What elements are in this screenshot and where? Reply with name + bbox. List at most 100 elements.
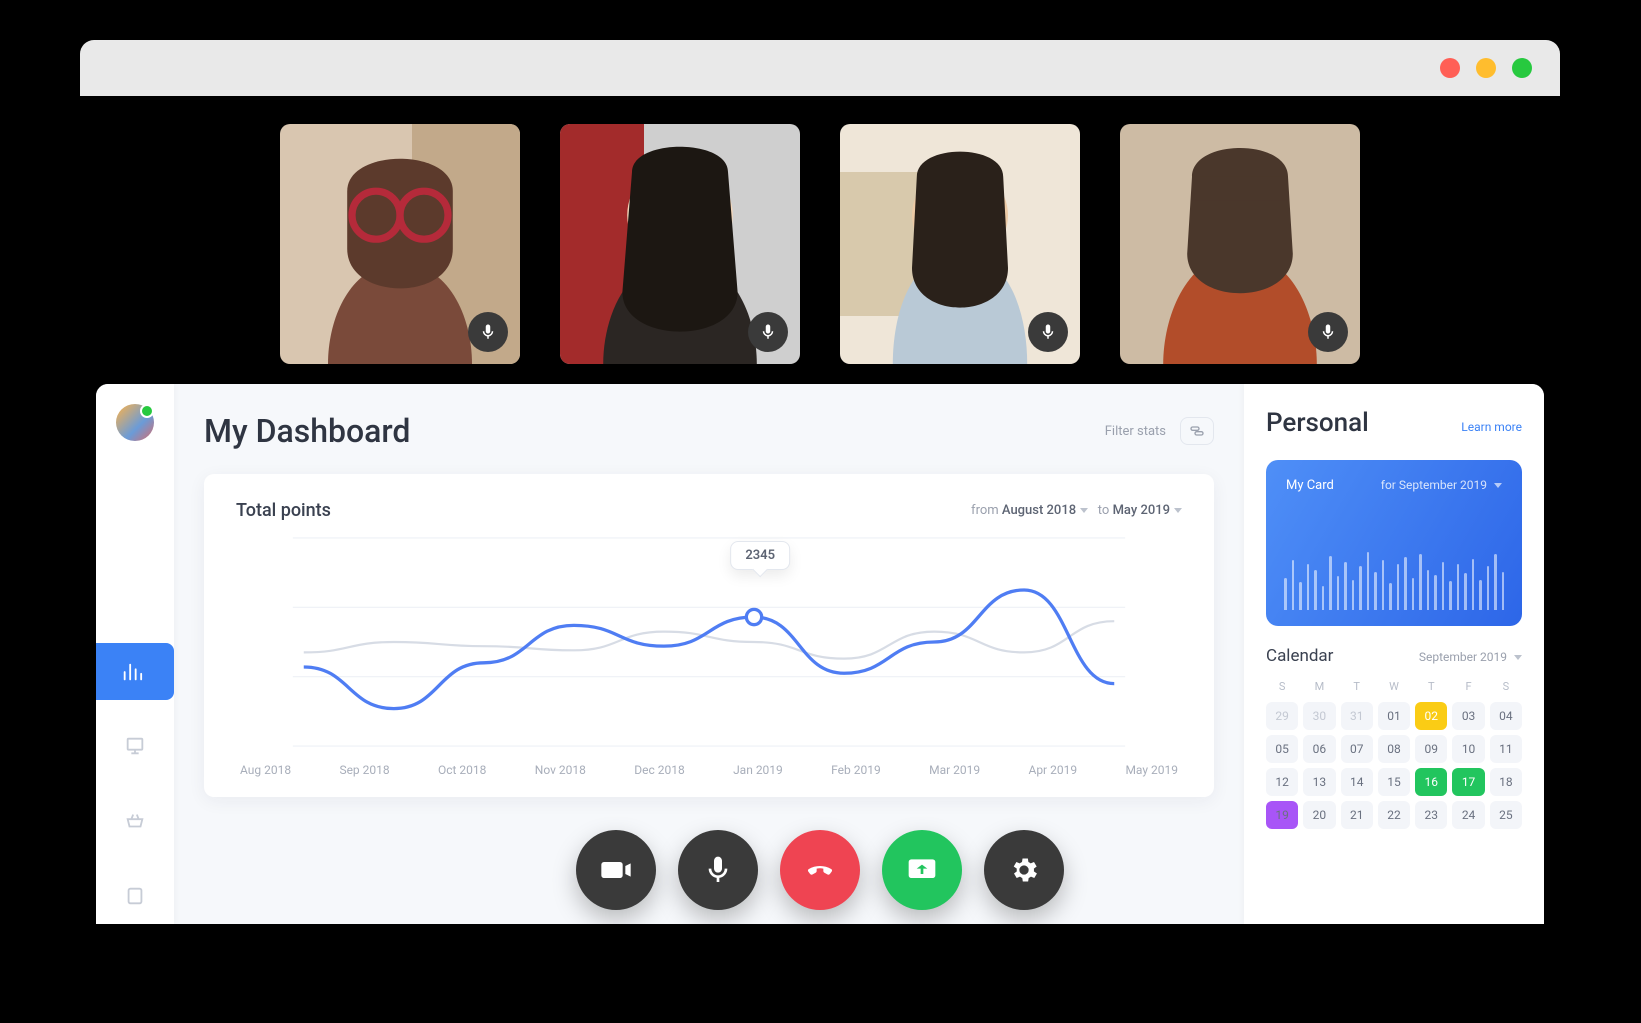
calendar-day[interactable]: 08 (1378, 735, 1410, 763)
call-controls (576, 830, 1064, 910)
calendar-day[interactable]: 07 (1341, 735, 1373, 763)
calendar-day[interactable]: 11 (1490, 735, 1522, 763)
side-navigation (96, 384, 174, 924)
calendar-day[interactable]: 24 (1452, 801, 1484, 829)
user-avatar[interactable] (116, 404, 154, 441)
camera-icon (600, 854, 632, 886)
x-axis-label: Jan 2019 (733, 763, 783, 777)
calendar-dow: S (1266, 676, 1298, 697)
mic-toggle-button[interactable] (678, 830, 758, 910)
gear-icon (1008, 854, 1040, 886)
window-maximize-button[interactable] (1512, 58, 1532, 78)
presentation-icon (124, 735, 146, 757)
calendar-day[interactable]: 06 (1303, 735, 1335, 763)
total-points-card: Total points from August 2018 to May 201… (204, 474, 1214, 797)
calendar-title: Calendar (1266, 646, 1333, 666)
page-title: My Dashboard (204, 412, 410, 450)
calendar-day[interactable]: 21 (1341, 801, 1373, 829)
calendar-day[interactable]: 23 (1415, 801, 1447, 829)
video-participant-strip (80, 96, 1560, 384)
my-card-title: My Card (1286, 478, 1334, 493)
calendar-dow: M (1303, 676, 1335, 697)
calendar-day[interactable]: 19 (1266, 801, 1298, 829)
x-axis-label: May 2019 (1125, 763, 1178, 777)
calendar-dow: T (1415, 676, 1447, 697)
calendar-day[interactable]: 31 (1341, 702, 1373, 730)
calendar-day[interactable]: 17 (1452, 768, 1484, 796)
chart-title: Total points (236, 500, 331, 521)
window-minimize-button[interactable] (1476, 58, 1496, 78)
calendar-day[interactable]: 13 (1303, 768, 1335, 796)
camera-toggle-button[interactable] (576, 830, 656, 910)
filter-stats-link[interactable]: Filter stats (1105, 424, 1166, 439)
calendar-day[interactable]: 02 (1415, 702, 1447, 730)
nav-notes[interactable] (96, 867, 174, 924)
my-card-period[interactable]: for September 2019 (1381, 478, 1502, 493)
calendar-day[interactable]: 20 (1303, 801, 1335, 829)
calendar-day[interactable]: 10 (1452, 735, 1484, 763)
nav-presentations[interactable] (96, 718, 174, 775)
calendar-day[interactable]: 03 (1452, 702, 1484, 730)
x-axis-label: Nov 2018 (535, 763, 586, 777)
basket-icon (124, 810, 146, 832)
calendar-day[interactable]: 29 (1266, 702, 1298, 730)
window-titlebar (80, 40, 1560, 96)
calendar-day[interactable]: 01 (1378, 702, 1410, 730)
filter-settings-button[interactable] (1180, 417, 1214, 445)
calendar-dow: T (1341, 676, 1373, 697)
learn-more-link[interactable]: Learn more (1461, 420, 1522, 434)
nav-analytics[interactable] (96, 643, 174, 700)
bar-chart-icon (121, 661, 143, 683)
calendar-day[interactable]: 16 (1415, 768, 1447, 796)
calendar-day[interactable]: 12 (1266, 768, 1298, 796)
participant-tile[interactable] (560, 124, 800, 364)
chart-tooltip: 2345 (730, 541, 790, 570)
calendar-day[interactable]: 05 (1266, 735, 1298, 763)
mic-indicator-icon (1028, 312, 1068, 352)
x-axis-label: Dec 2018 (634, 763, 684, 777)
participant-tile[interactable] (280, 124, 520, 364)
note-icon (124, 885, 146, 907)
chevron-down-icon (1174, 508, 1182, 513)
share-screen-icon (906, 854, 938, 886)
calendar-month-picker[interactable]: September 2019 (1419, 650, 1522, 664)
participant-tile[interactable] (840, 124, 1080, 364)
chevron-down-icon (1080, 508, 1088, 513)
share-screen-button[interactable] (882, 830, 962, 910)
calendar-day[interactable]: 14 (1341, 768, 1373, 796)
microphone-icon (702, 854, 734, 886)
x-axis-label: Oct 2018 (438, 763, 486, 777)
mic-indicator-icon (1308, 312, 1348, 352)
mic-indicator-icon (748, 312, 788, 352)
calendar-day[interactable]: 09 (1415, 735, 1447, 763)
my-card-sparkline (1284, 530, 1504, 610)
shared-screen-dashboard: My Dashboard Filter stats Total points f… (96, 384, 1544, 924)
window-close-button[interactable] (1440, 58, 1460, 78)
calendar-day[interactable]: 22 (1378, 801, 1410, 829)
x-axis-label: Feb 2019 (831, 763, 881, 777)
calendar-day[interactable]: 25 (1490, 801, 1522, 829)
participant-tile[interactable] (1120, 124, 1360, 364)
calendar-dow: F (1452, 676, 1484, 697)
line-chart: 2345 (236, 527, 1182, 757)
personal-panel: Personal Learn more My Card for Septembe… (1244, 384, 1544, 924)
settings-button[interactable] (984, 830, 1064, 910)
calendar-day[interactable]: 30 (1303, 702, 1335, 730)
chart-x-axis: Aug 2018 Sep 2018 Oct 2018 Nov 2018 Dec 2018… (236, 757, 1182, 777)
chart-date-range[interactable]: from August 2018 to May 2019 (971, 503, 1182, 518)
calendar-dow: S (1490, 676, 1522, 697)
calendar-dow: W (1378, 676, 1410, 697)
calendar-day[interactable]: 15 (1378, 768, 1410, 796)
phone-hangup-icon (804, 854, 836, 886)
x-axis-label: Aug 2018 (240, 763, 291, 777)
calendar-day[interactable]: 04 (1490, 702, 1522, 730)
my-card-widget[interactable]: My Card for September 2019 (1266, 460, 1522, 626)
x-axis-label: Sep 2018 (339, 763, 389, 777)
mic-indicator-icon (468, 312, 508, 352)
hang-up-button[interactable] (780, 830, 860, 910)
calendar-day[interactable]: 18 (1490, 768, 1522, 796)
personal-title: Personal (1266, 408, 1369, 438)
x-axis-label: Mar 2019 (929, 763, 980, 777)
nav-basket[interactable] (96, 793, 174, 850)
calendar-grid: SMTWTFS293031010203040506070809101112131… (1266, 676, 1522, 829)
